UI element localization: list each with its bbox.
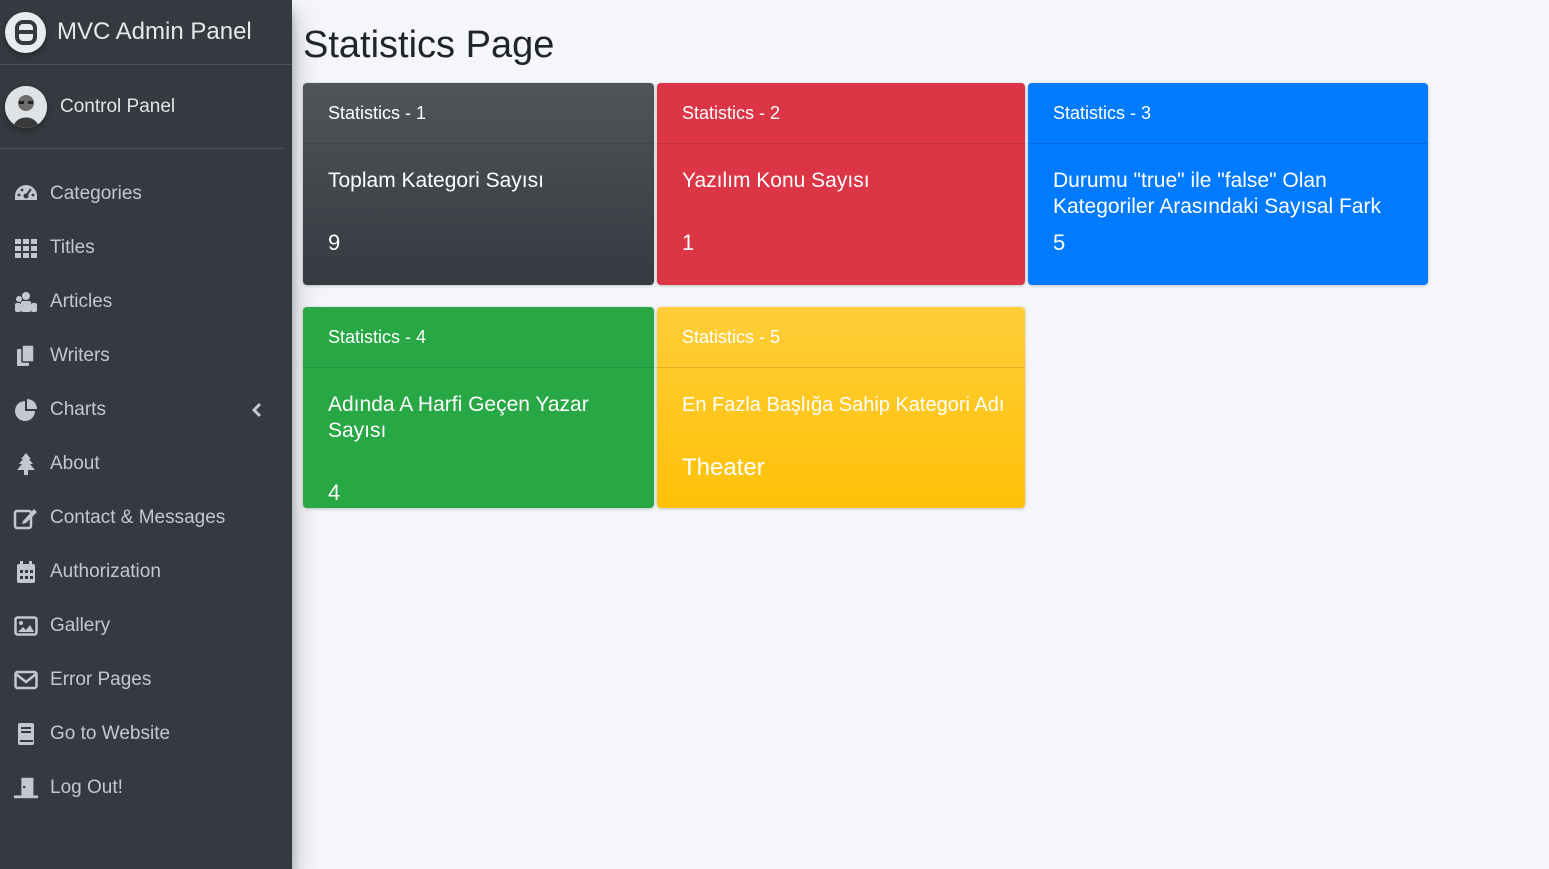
sidebar-item-go-to-website[interactable]: Go to Website bbox=[0, 707, 292, 761]
users-icon bbox=[13, 289, 39, 315]
copy-icon bbox=[13, 343, 39, 369]
card-body: Adında A Harfi Geçen Yazar Sayısı 4 bbox=[303, 368, 654, 506]
sidebar-item-label: Log Out! bbox=[50, 777, 123, 798]
card-body: En Fazla Başlığa Sahip Kategori Adı Thea… bbox=[657, 368, 1025, 482]
chevron-left-icon[interactable] bbox=[251, 402, 262, 423]
stat-card-5: Statistics - 5 En Fazla Başlığa Sahip Ka… bbox=[657, 307, 1025, 508]
sidebar-item-gallery[interactable]: Gallery bbox=[0, 599, 292, 653]
stat-card-3: Statistics - 3 Durumu "true" ile "false"… bbox=[1028, 83, 1428, 285]
door-icon bbox=[13, 775, 39, 801]
card-header: Statistics - 3 bbox=[1028, 83, 1428, 144]
sidebar-item-label: Categories bbox=[50, 183, 142, 204]
sidebar-item-error-pages[interactable]: Error Pages bbox=[0, 653, 292, 707]
book-icon bbox=[13, 721, 39, 747]
sidebar-nav: Categories Titles Articles Writers Chart… bbox=[0, 167, 292, 815]
card-value: Theater bbox=[682, 454, 765, 481]
card-header: Statistics - 4 bbox=[303, 307, 654, 368]
card-text: En Fazla Başlığa Sahip Kategori Adı bbox=[682, 394, 1005, 416]
tachometer-icon bbox=[13, 181, 39, 207]
sidebar-item-authorization[interactable]: Authorization bbox=[0, 545, 292, 599]
grid-icon bbox=[13, 235, 39, 261]
calendar-icon bbox=[13, 559, 39, 585]
card-body: Yazılım Konu Sayısı 1 bbox=[657, 144, 1025, 256]
card-value: 9 bbox=[328, 230, 341, 255]
card-header: Statistics - 2 bbox=[657, 83, 1025, 144]
stat-card-2: Statistics - 2 Yazılım Konu Sayısı 1 bbox=[657, 83, 1025, 285]
sidebar-item-charts[interactable]: Charts bbox=[0, 383, 292, 437]
sidebar-item-label: Error Pages bbox=[50, 669, 152, 690]
sidebar-item-titles[interactable]: Titles bbox=[0, 221, 292, 275]
stat-card-4: Statistics - 4 Adında A Harfi Geçen Yaza… bbox=[303, 307, 654, 508]
sidebar-item-contact[interactable]: Contact & Messages bbox=[0, 491, 292, 545]
sidebar-item-label: Gallery bbox=[50, 615, 111, 636]
page-title: Statistics Page bbox=[303, 24, 555, 66]
brand-title: MVC Admin Panel bbox=[57, 18, 252, 45]
brand-logo-icon bbox=[5, 11, 46, 53]
card-text: Yazılım Konu Sayısı bbox=[682, 169, 870, 192]
sidebar-item-label: Titles bbox=[50, 237, 95, 258]
card-text: Adında A Harfi Geçen Yazar Sayısı bbox=[328, 393, 589, 442]
avatar bbox=[5, 85, 47, 128]
card-value: 4 bbox=[328, 480, 341, 505]
sidebar-item-label: Charts bbox=[50, 399, 106, 420]
edit-icon bbox=[13, 505, 39, 531]
sidebar-item-label: Authorization bbox=[50, 561, 161, 582]
sidebar-item-about[interactable]: About bbox=[0, 437, 292, 491]
sidebar-item-label: Contact & Messages bbox=[50, 507, 226, 528]
sidebar-item-label: Articles bbox=[50, 291, 113, 312]
sidebar-item-label: About bbox=[50, 453, 100, 474]
sidebar: MVC Admin Panel Control Panel Categories bbox=[0, 0, 292, 869]
card-text: Toplam Kategori Sayısı bbox=[328, 169, 544, 192]
tree-icon bbox=[13, 451, 39, 477]
card-value: 1 bbox=[682, 230, 695, 255]
sidebar-item-log-out[interactable]: Log Out! bbox=[0, 761, 292, 815]
card-value: 5 bbox=[1053, 230, 1066, 255]
card-header: Statistics - 5 bbox=[657, 307, 1025, 368]
card-body: Durumu "true" ile "false" Olan Kategoril… bbox=[1028, 144, 1428, 256]
card-text: Durumu "true" ile "false" Olan Kategoril… bbox=[1053, 169, 1381, 218]
sidebar-item-label: Go to Website bbox=[50, 723, 171, 744]
main-content: Statistics Page Statistics - 1 Toplam Ka… bbox=[292, 0, 1549, 869]
brand-link[interactable]: MVC Admin Panel bbox=[0, 0, 292, 65]
sidebar-item-label: Writers bbox=[50, 345, 110, 366]
sidebar-item-articles[interactable]: Articles bbox=[0, 275, 292, 329]
card-header: Statistics - 1 bbox=[303, 83, 654, 144]
image-icon bbox=[13, 613, 39, 639]
pie-chart-icon bbox=[13, 397, 39, 423]
user-name: Control Panel bbox=[60, 95, 176, 117]
sidebar-item-categories[interactable]: Categories bbox=[0, 167, 292, 221]
envelope-icon bbox=[13, 667, 39, 693]
card-body: Toplam Kategori Sayısı 9 bbox=[303, 144, 654, 256]
stat-card-1: Statistics - 1 Toplam Kategori Sayısı 9 bbox=[303, 83, 654, 285]
user-panel[interactable]: Control Panel bbox=[0, 65, 283, 149]
sidebar-item-writers[interactable]: Writers bbox=[0, 329, 292, 383]
